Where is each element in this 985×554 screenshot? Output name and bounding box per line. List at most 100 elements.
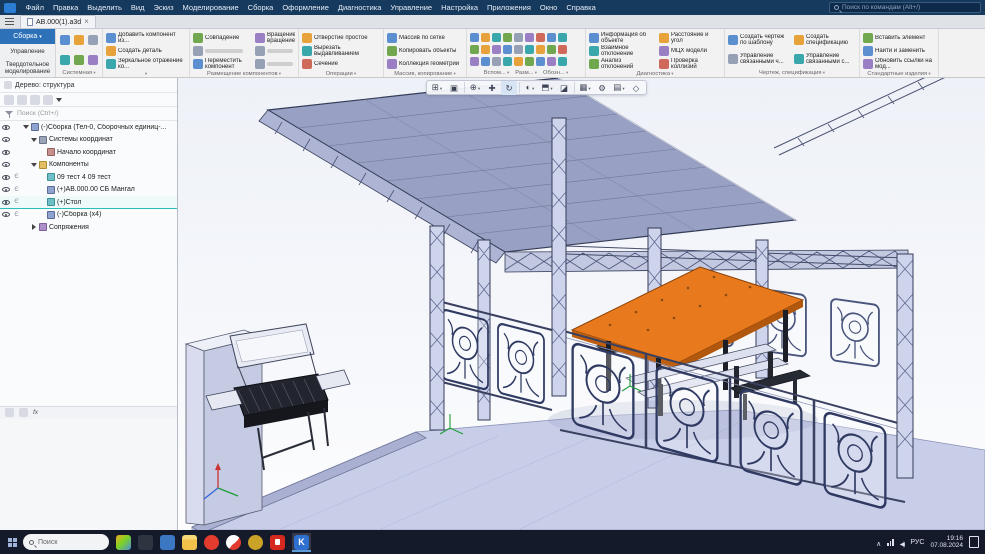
geometry-collection-button[interactable]: Коллекция геометрии xyxy=(387,57,463,70)
move-component-button[interactable]: Переместить компонент xyxy=(193,57,251,70)
3d-viewport[interactable]: ⊞ ▣ ⊕ ✚ ↻ ◐ ⬒ ◪ ▦ ⚙ ▤ ◇ xyxy=(178,78,985,530)
tree-settings-icon[interactable] xyxy=(43,95,53,105)
visibility-eye-icon[interactable] xyxy=(2,187,10,192)
tree-filter-icon[interactable] xyxy=(30,95,40,105)
undo-icon[interactable] xyxy=(60,55,70,65)
taskbar-icon-explorer-folder[interactable] xyxy=(182,535,197,550)
group-label-diagnostics[interactable]: Диагностика xyxy=(589,70,721,77)
tree-item-mates[interactable]: Сопряжения xyxy=(0,221,177,234)
volume-icon[interactable] xyxy=(900,533,905,551)
mode-tab-management[interactable]: Управление xyxy=(0,44,55,61)
visibility-eye-icon[interactable] xyxy=(2,162,10,167)
group-label-notations[interactable]: Обозн... xyxy=(543,68,568,77)
visibility-eye-icon[interactable] xyxy=(2,175,10,180)
tree-mode-icon[interactable] xyxy=(4,81,12,89)
print-icon[interactable] xyxy=(88,35,98,45)
document-tab[interactable]: АВ.000(1).a3d × xyxy=(20,15,96,28)
group-label-standard[interactable]: Стандартные изделия xyxy=(863,70,935,77)
aux-tool-icon[interactable] xyxy=(470,33,479,42)
display-style-icon[interactable]: ◐ xyxy=(522,80,538,96)
orientation-icon[interactable]: ⬒ xyxy=(539,80,555,96)
roof-ridge-beam[interactable] xyxy=(774,78,963,155)
mass-properties-button[interactable]: МЦХ модели xyxy=(659,44,721,57)
tree-search-input[interactable] xyxy=(17,110,137,117)
group-label-drawing[interactable]: Чертеж, спецификация xyxy=(728,68,856,77)
manage-linked-specs-button[interactable]: Управление связанными с... xyxy=(794,52,856,65)
tree-structure-view-icon[interactable] xyxy=(4,95,14,105)
redo-icon[interactable] xyxy=(74,55,84,65)
notation-tool-icon[interactable] xyxy=(525,57,534,66)
aux-tool-icon[interactable] xyxy=(525,33,534,42)
menu-diagnostics[interactable]: Диагностика xyxy=(333,3,385,12)
notation-tool-icon[interactable] xyxy=(492,57,501,66)
tree-layers-icon[interactable] xyxy=(19,408,28,417)
notation-tool-icon[interactable] xyxy=(503,57,512,66)
tab-close-icon[interactable]: × xyxy=(84,18,89,26)
fx-variables-icon[interactable]: fx xyxy=(33,409,38,416)
notation-tool-icon[interactable] xyxy=(536,57,545,66)
find-replace-button[interactable]: Найти и заменить xyxy=(863,44,935,57)
tree-item-origin[interactable]: Начало координат xyxy=(0,146,177,159)
mirror-component-button[interactable]: Зеркальное отражение ко... xyxy=(106,57,186,70)
menu-modeling[interactable]: Моделирование xyxy=(178,3,243,12)
object-info-button[interactable]: Информация об объекте xyxy=(589,31,655,44)
insert-element-button[interactable]: Вставить элемент xyxy=(863,31,935,44)
tree-layout-icon[interactable] xyxy=(5,408,14,417)
tree-item-mangal-assembly[interactable]: Є (+)АВ.000.00 СБ Мангал xyxy=(0,184,177,197)
create-part-button[interactable]: Создать деталь xyxy=(106,44,186,57)
dimension-tool-icon[interactable] xyxy=(470,45,479,54)
manage-linked-drawings-button[interactable]: Управление связанными ч... xyxy=(728,52,790,65)
taskbar-icon-video-app[interactable] xyxy=(270,535,285,550)
start-button-icon[interactable] xyxy=(8,538,12,542)
section-button[interactable]: Сечение xyxy=(302,57,380,70)
update-links-button[interactable]: Обновить ссылки на мод... xyxy=(863,57,935,70)
visibility-eye-icon[interactable] xyxy=(2,200,10,205)
menu-edit[interactable]: Правка xyxy=(48,3,82,12)
menu-select[interactable]: Выделить xyxy=(83,3,127,12)
aux-tool-icon[interactable] xyxy=(547,33,556,42)
tree-item-table[interactable]: Є (+)Стол xyxy=(0,196,177,209)
mode-tab-solid-modeling[interactable]: Твердотельное моделирование xyxy=(0,61,55,78)
orbit-tool-icon[interactable]: ↻ xyxy=(501,81,517,95)
language-indicator[interactable]: РУС xyxy=(910,539,924,546)
menu-manage[interactable]: Управление xyxy=(386,3,437,12)
workplanes-icon[interactable]: ▤ xyxy=(611,80,627,96)
left-railing[interactable] xyxy=(434,300,552,410)
notation-tool-icon[interactable] xyxy=(481,57,490,66)
dimension-tool-icon[interactable] xyxy=(547,45,556,54)
group-label-operations[interactable]: Операции xyxy=(302,70,380,77)
rotation-rotation-button[interactable]: Вращение-вращение xyxy=(255,31,295,44)
expander-closed-icon[interactable] xyxy=(32,224,36,230)
visibility-eye-icon[interactable] xyxy=(2,137,10,142)
tree-item-test-part[interactable]: Є 09 тест 4 09 тест xyxy=(0,171,177,184)
dimension-tool-icon[interactable] xyxy=(558,45,567,54)
tree-history-view-icon[interactable] xyxy=(17,95,27,105)
taskbar-icon-kompas-active[interactable] xyxy=(294,535,309,550)
visibility-eye-icon[interactable] xyxy=(2,212,10,217)
tree-item-coord-systems[interactable]: Системы координат xyxy=(0,134,177,147)
tree-search[interactable] xyxy=(0,107,177,121)
network-icon[interactable] xyxy=(887,539,894,546)
distance-angle-button[interactable]: Расстояние и угол xyxy=(659,31,721,44)
aux-tool-icon[interactable] xyxy=(503,33,512,42)
aux-tool-icon[interactable] xyxy=(481,33,490,42)
grid-array-button[interactable]: Массив по сетке xyxy=(387,31,463,44)
notation-tool-icon[interactable] xyxy=(514,57,523,66)
group-label-system[interactable]: Системная xyxy=(59,68,99,77)
coincidence-button[interactable]: Совпадение xyxy=(193,31,251,44)
dimension-tool-icon[interactable] xyxy=(481,45,490,54)
command-search-input[interactable] xyxy=(842,4,972,11)
mode-tab-assembly[interactable]: Сборка xyxy=(0,29,55,44)
open-icon[interactable] xyxy=(60,35,70,45)
menu-sketch[interactable]: Эскиз xyxy=(149,3,178,12)
tree-toolbar-dropdown-icon[interactable] xyxy=(56,98,62,102)
visibility-eye-icon[interactable] xyxy=(2,150,10,155)
aux-tool-icon[interactable] xyxy=(536,33,545,42)
3d-scene[interactable] xyxy=(178,78,985,530)
appearance-icon[interactable]: ⚙ xyxy=(594,81,610,95)
command-search[interactable] xyxy=(829,2,981,13)
group-label-auxiliary[interactable]: Вспом... xyxy=(484,68,509,77)
app-logo-icon[interactable] xyxy=(4,3,16,13)
section-view-icon[interactable]: ◪ xyxy=(556,81,572,95)
group-label-dimensions[interactable]: Разм... xyxy=(515,68,537,77)
